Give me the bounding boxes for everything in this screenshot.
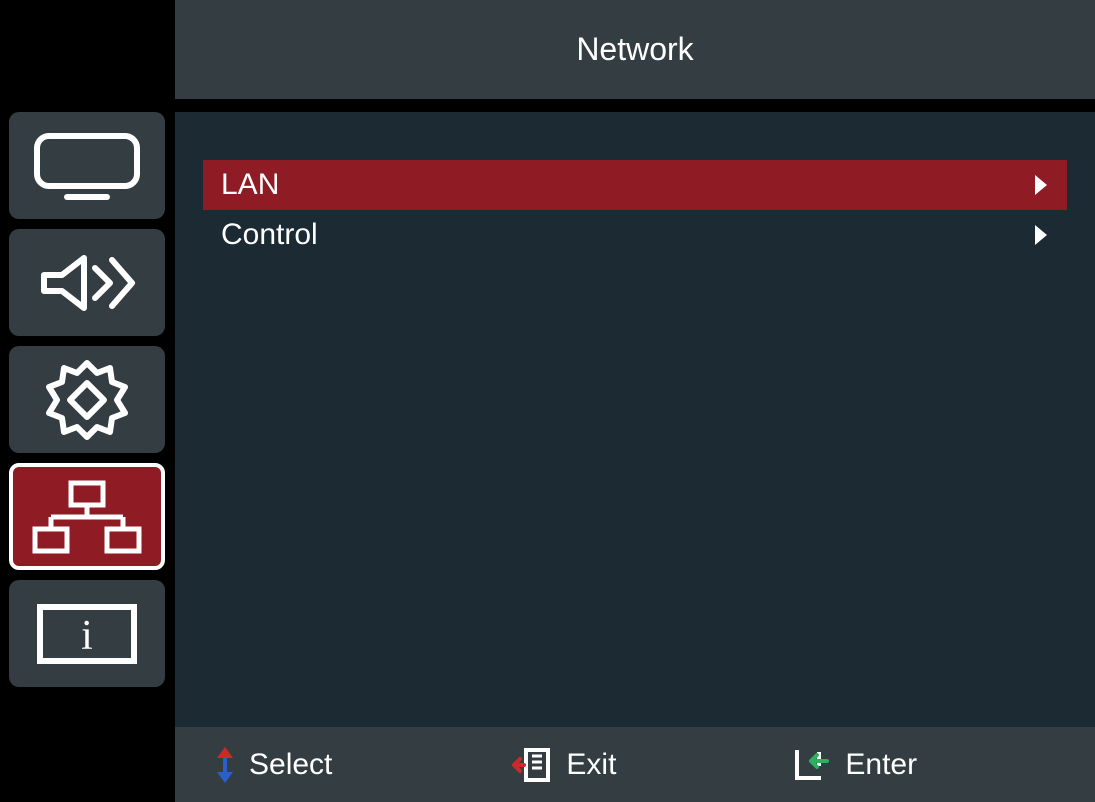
- footer-bar: Select Exit En: [175, 727, 1095, 802]
- menu-item-label: Control: [221, 218, 318, 252]
- hint-enter: Enter: [791, 746, 917, 784]
- hint-select-label: Select: [249, 748, 332, 782]
- sidebar-item-display[interactable]: [9, 112, 165, 219]
- title-bar: Network: [175, 0, 1095, 99]
- gear-icon: [42, 355, 132, 445]
- page-title: Network: [576, 31, 693, 68]
- updown-arrows-icon: [215, 746, 235, 784]
- hint-enter-label: Enter: [845, 748, 917, 782]
- main-panel: LAN Control: [175, 112, 1095, 727]
- speaker-icon: [32, 248, 142, 318]
- info-icon: i: [32, 599, 142, 669]
- menu-item-label: LAN: [221, 168, 279, 202]
- hint-exit-label: Exit: [566, 748, 616, 782]
- menu-item-lan[interactable]: LAN: [203, 160, 1067, 210]
- chevron-right-icon: [1033, 173, 1049, 197]
- svg-text:i: i: [81, 613, 93, 659]
- hint-exit: Exit: [512, 746, 616, 784]
- sidebar-item-audio[interactable]: [9, 229, 165, 336]
- network-icon: [27, 477, 147, 557]
- menu-item-control[interactable]: Control: [203, 210, 1067, 260]
- sidebar-item-network[interactable]: [9, 463, 165, 570]
- exit-icon: [512, 746, 552, 784]
- sidebar-item-info[interactable]: i: [9, 580, 165, 687]
- sidebar-item-settings[interactable]: [9, 346, 165, 453]
- sidebar: i: [9, 112, 165, 697]
- chevron-right-icon: [1033, 223, 1049, 247]
- enter-icon: [791, 746, 831, 784]
- monitor-icon: [32, 131, 142, 201]
- hint-select: Select: [215, 746, 332, 784]
